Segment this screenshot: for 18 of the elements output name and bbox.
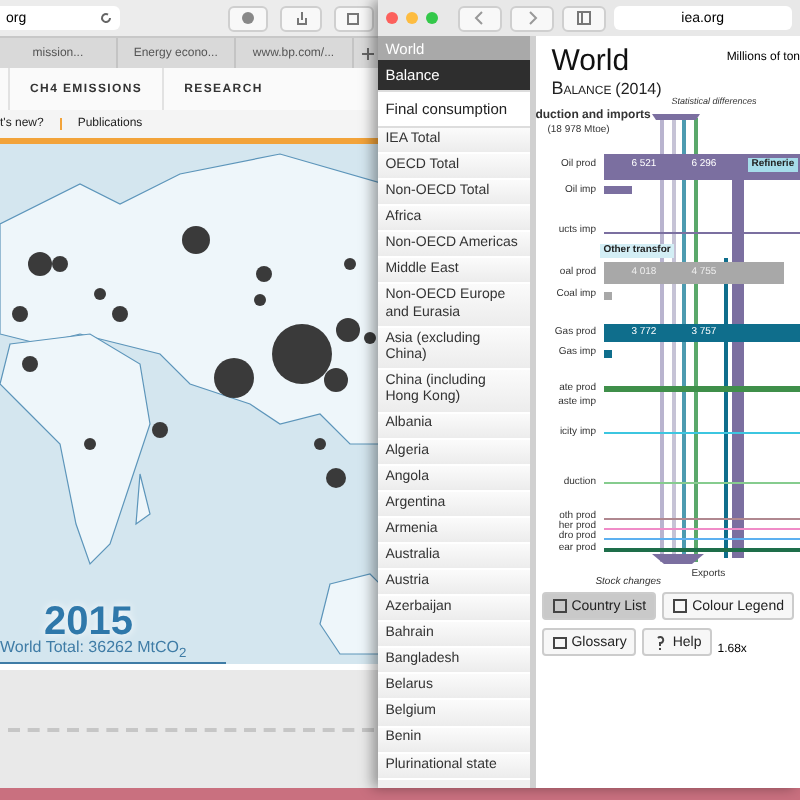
- back-icon: [471, 10, 488, 26]
- sidebar-icon: [575, 10, 592, 26]
- sidebar-button[interactable]: [561, 5, 606, 31]
- page-title: World: [551, 44, 630, 78]
- plus-icon: [359, 45, 376, 61]
- close-button[interactable]: [385, 12, 398, 24]
- tabs-icon: [345, 10, 362, 26]
- question-icon: [652, 634, 669, 650]
- page-subtitle: Balance (2014): [551, 78, 662, 98]
- zoom-button[interactable]: [425, 12, 438, 24]
- share-button[interactable]: [280, 5, 322, 31]
- forward-icon: [523, 10, 540, 26]
- reload-icon: [98, 10, 115, 26]
- tabs-button[interactable]: [333, 5, 374, 31]
- back-button[interactable]: [457, 5, 502, 31]
- forward-button[interactable]: [509, 5, 554, 31]
- download-button[interactable]: [228, 5, 269, 31]
- share-icon: [293, 10, 309, 26]
